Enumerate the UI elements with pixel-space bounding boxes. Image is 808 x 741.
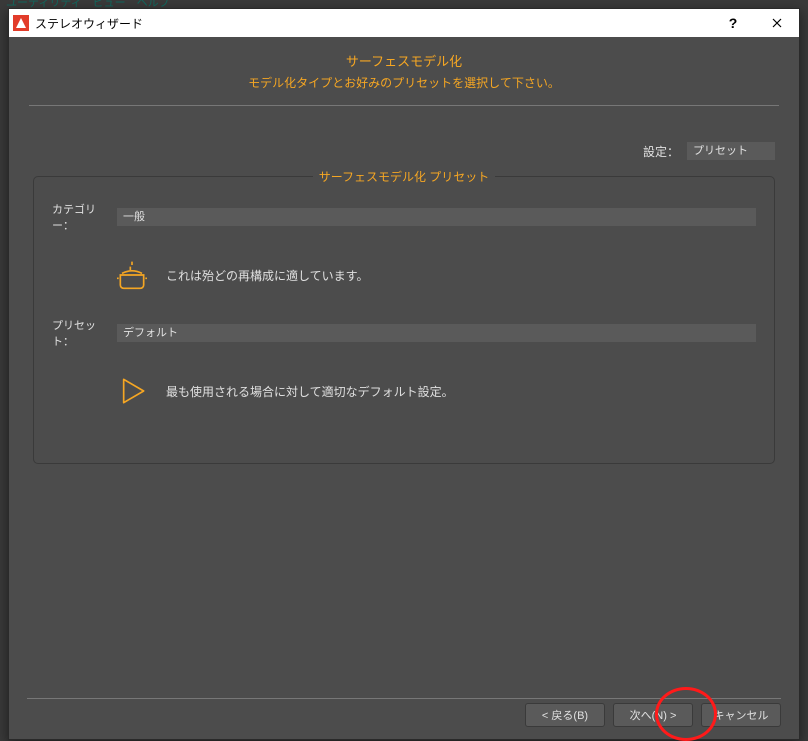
category-label: カテゴリー： bbox=[52, 201, 107, 233]
settings-row: 設定： プリセット bbox=[9, 106, 799, 172]
preset-groupbox: サーフェスモデル化 プリセット カテゴリー： 一般 これは殆どの再構成に適してい… bbox=[33, 176, 775, 464]
preset-description-row: 最も使用される場合に対して適切なデフォルト設定。 bbox=[112, 371, 756, 411]
help-button[interactable]: ? bbox=[711, 9, 755, 37]
settings-label: 設定： bbox=[643, 143, 679, 160]
back-button[interactable]: < 戻る(B) bbox=[525, 703, 605, 727]
wizard-heading: サーフェスモデル化 モデル化タイプとお好みのプリセットを選択して下さい。 bbox=[9, 37, 799, 97]
wizard-button-bar: < 戻る(B) 次へ(N) > キャンセル bbox=[27, 703, 781, 727]
footer-separator bbox=[27, 698, 781, 699]
dialog-body: サーフェスモデル化 モデル化タイプとお好みのプリセットを選択して下さい。 設定：… bbox=[9, 37, 799, 739]
app-icon bbox=[13, 15, 29, 31]
groupbox-legend: サーフェスモデル化 プリセット bbox=[34, 168, 774, 185]
preset-description: 最も使用される場合に対して適切なデフォルト設定。 bbox=[166, 383, 454, 400]
preset-row: プリセット： デフォルト bbox=[52, 317, 756, 349]
category-combo[interactable]: 一般 bbox=[117, 208, 756, 226]
category-description: これは殆どの再構成に適しています。 bbox=[166, 267, 368, 284]
category-description-row: これは殆どの再構成に適しています。 bbox=[112, 255, 756, 295]
category-row: カテゴリー： 一般 bbox=[52, 201, 756, 233]
page-title: サーフェスモデル化 bbox=[9, 51, 799, 70]
cancel-button[interactable]: キャンセル bbox=[701, 703, 781, 727]
preset-label: プリセット： bbox=[52, 317, 107, 349]
stereo-wizard-dialog: ステレオウィザード ? サーフェスモデル化 モデル化タイプとお好みのプリセットを… bbox=[8, 8, 800, 740]
pot-icon bbox=[112, 255, 152, 295]
play-icon bbox=[112, 371, 152, 411]
parent-window-menubar: ユーティリティ ビュー ヘルプ bbox=[0, 0, 170, 8]
page-subtitle: モデル化タイプとお好みのプリセットを選択して下さい。 bbox=[9, 74, 799, 91]
next-button[interactable]: 次へ(N) > bbox=[613, 703, 693, 727]
titlebar: ステレオウィザード ? bbox=[9, 9, 799, 37]
window-title: ステレオウィザード bbox=[35, 15, 711, 32]
settings-combo[interactable]: プリセット bbox=[687, 142, 775, 160]
close-button[interactable] bbox=[755, 9, 799, 37]
preset-combo[interactable]: デフォルト bbox=[117, 324, 756, 342]
